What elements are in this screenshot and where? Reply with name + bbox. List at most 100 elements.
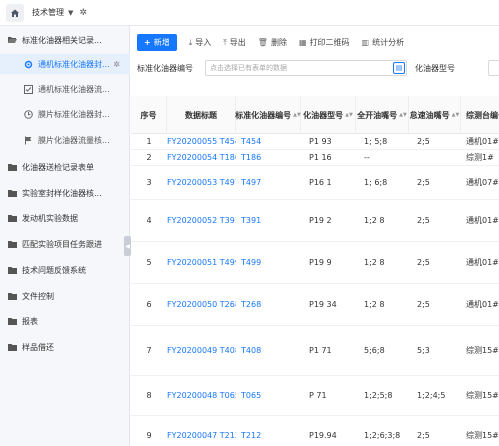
sort-icon[interactable]: ▲▼ (345, 112, 353, 118)
sidebar-item-label: 发动机实验数据 (22, 213, 78, 223)
cell-code[interactable]: T065 (241, 376, 301, 415)
cell-code[interactable]: T454 (241, 134, 301, 149)
sidebar-item-matching-tasks[interactable]: 匹配实验项目任务跟进 (0, 234, 130, 254)
code-text[interactable]: T497 (241, 178, 261, 187)
idle-text: 5;3 (417, 346, 430, 355)
table-row[interactable]: 8 FY20200048 T065 T065 P 71 1;2;5;8 1;2;4;5 综测… (131, 376, 499, 416)
code-text[interactable]: T268 (241, 300, 261, 309)
code-text[interactable]: T408 (241, 346, 261, 355)
cell-title[interactable]: FY20200049 T408 (167, 326, 236, 375)
table-row[interactable]: 3 FY20200053 T497 T497 P16 1 1; 6;8 2;5 通机07# (131, 166, 499, 200)
column-header[interactable]: 综测台编号 (461, 96, 499, 134)
table-row[interactable]: 1 FY20200055 T454 T454 P1 93 1; 5;8 2;5 通机01# (131, 134, 499, 150)
column-header[interactable]: 全开油嘴号 ▲▼ (356, 96, 409, 134)
new-button[interactable]: + 新增 (137, 34, 177, 51)
title-text[interactable]: FY20200052 T391 (167, 216, 236, 225)
sidebar-item-carb-records[interactable]: 标准化油器相关记录... (0, 30, 130, 50)
cell-code[interactable]: T268 (241, 284, 301, 325)
sort-icon[interactable]: ▲▼ (399, 112, 407, 118)
cell-title[interactable]: FY20200052 T391 (167, 200, 236, 241)
column-header[interactable]: 数据标题 (167, 96, 236, 134)
cell-code[interactable]: T212 (241, 416, 301, 446)
code-text[interactable]: T186 (241, 153, 261, 162)
cell-model: P19 34 (309, 284, 361, 325)
plus-icon: + (144, 38, 151, 47)
home-button[interactable] (6, 3, 24, 22)
select-record-icon[interactable]: ▤ (393, 62, 405, 74)
title-text[interactable]: FY20200050 T268 (167, 300, 236, 309)
cell-index: 4 (131, 200, 167, 241)
sidebar-item-engine-data[interactable]: 发动机实验数据 (0, 208, 130, 228)
sidebar-item-general-carb-flow[interactable]: 通机标准化油器流... (0, 79, 130, 99)
cell-bench: 通机01# (466, 200, 499, 241)
cell-title[interactable]: FY20200048 T065 (167, 376, 236, 415)
folder-open-icon (8, 36, 17, 45)
table-row[interactable]: 4 FY20200052 T391 T391 P19 2 1;2 8 2;5 通机01# (131, 200, 499, 242)
code-text[interactable]: T391 (241, 216, 261, 225)
sidebar-item-diaphragm-carb-flow[interactable]: 膜片化油器流量核... (0, 130, 130, 150)
column-header[interactable]: 标准化油器编号 ▲▼ (235, 96, 301, 134)
clock-icon (24, 109, 33, 119)
code-text[interactable]: T499 (241, 258, 261, 267)
cell-code[interactable]: T497 (241, 166, 301, 199)
sidebar-item-label: 化油器送检记录表单 (22, 162, 94, 172)
code-text[interactable]: T212 (241, 431, 261, 440)
stats-button[interactable]: ▥ 统计分析 (362, 37, 405, 48)
sidebar-item-file-control[interactable]: 文件控制 (0, 286, 130, 306)
column-header[interactable]: 化油器型号 ▲▼ (301, 96, 356, 134)
sidebar-collapse-handle[interactable]: ◀ (124, 236, 131, 256)
code-text[interactable]: T065 (241, 391, 261, 400)
export-button[interactable]: ⤒ 导出 (223, 37, 246, 48)
title-text[interactable]: FY20200053 T497 (167, 178, 236, 187)
table-row[interactable]: 6 FY20200050 T268 T268 P19 34 1;2 8 2;5 通机01# (131, 284, 499, 326)
sidebar-item-tech-feedback[interactable]: 技术问题反馈系统 (0, 260, 130, 280)
cell-title[interactable]: FY20200053 T497 (167, 166, 236, 199)
table-row[interactable]: 5 FY20200051 T499 T499 P19 9 1;2 8 2;5 通机01# (131, 242, 499, 284)
module-selector-label[interactable]: 技术管理 (32, 7, 64, 18)
delete-button[interactable]: 🗑 删除 (258, 37, 287, 48)
cell-title[interactable]: FY20200055 T454 (167, 134, 236, 149)
title-text[interactable]: FY20200051 T499 (167, 258, 236, 267)
sort-icon[interactable]: ▲▼ (452, 112, 460, 118)
bar-chart-icon: ▥ (361, 38, 370, 47)
title-text[interactable]: FY20200055 T454 (167, 137, 236, 146)
cell-title[interactable]: FY20200051 T499 (167, 242, 236, 283)
column-header[interactable]: 怠速油嘴号 ▲▼ (409, 96, 461, 134)
table-row[interactable]: 9 FY20200047 T212 T212 P19.94 1;2;6;3;8 2;5 综测… (131, 416, 499, 446)
chevron-down-icon[interactable]: ▼ (68, 9, 73, 17)
sidebar-item-sample-loan[interactable]: 样品借还 (0, 337, 130, 357)
cell-idle: 1;2;4;5 (417, 376, 457, 415)
cell-code[interactable]: T408 (241, 326, 301, 375)
cell-bench: 综测15# (466, 376, 499, 415)
cell-bench: 通机01# (466, 284, 499, 325)
sidebar-item-carb-inspection[interactable]: 化油器送检记录表单 (0, 157, 130, 177)
column-header[interactable]: 序号 (131, 96, 167, 134)
sidebar-item-general-carb-seal[interactable]: 通机标准化油器封... ✲ (0, 54, 130, 74)
title-text[interactable]: FY20200049 T408 (167, 346, 236, 355)
sort-icon[interactable]: ▲▼ (293, 112, 301, 118)
table-row[interactable]: 2 FY20200054 T186 T186 P1 16 -- 综测1# (131, 150, 499, 166)
qr-code-icon: ▦ (298, 38, 307, 47)
carb-code-filter-input[interactable]: 点击选择已有表单的数据 ▤ (205, 60, 407, 76)
sidebar-item-diaphragm-carb-seal[interactable]: 膜片标准化油器封... (0, 104, 130, 124)
sidebar-item-reports[interactable]: 报表 (0, 311, 130, 331)
top-bar: 技术管理 ▼ ✲ (0, 0, 499, 26)
settings-gear-icon[interactable]: ✲ (79, 8, 87, 18)
sidebar-item-lab-sample[interactable]: 实验室封样化油器核... (0, 183, 130, 203)
table-row[interactable]: 7 FY20200049 T408 T408 P1 71 5;6;8 5;3 综测15# (131, 326, 499, 376)
carb-model-filter-input[interactable] (488, 60, 499, 76)
cell-code[interactable]: T391 (241, 200, 301, 241)
title-text[interactable]: FY20200047 T212 (167, 431, 236, 440)
header-text: 数据标题 (185, 110, 217, 120)
code-text[interactable]: T454 (241, 137, 261, 146)
cell-code[interactable]: T499 (241, 242, 301, 283)
cell-title[interactable]: FY20200054 T186 (167, 150, 236, 165)
print-qr-button[interactable]: ▦ 打印二维码 (299, 37, 350, 48)
title-text[interactable]: FY20200048 T065 (167, 391, 236, 400)
cell-title[interactable]: FY20200047 T212 (167, 416, 236, 446)
cell-title[interactable]: FY20200050 T268 (167, 284, 236, 325)
import-button[interactable]: ⤓ 导入 (189, 37, 212, 48)
cell-code[interactable]: T186 (241, 150, 301, 165)
title-text[interactable]: FY20200054 T186 (167, 153, 236, 162)
item-settings-icon[interactable]: ✲ (113, 60, 120, 69)
